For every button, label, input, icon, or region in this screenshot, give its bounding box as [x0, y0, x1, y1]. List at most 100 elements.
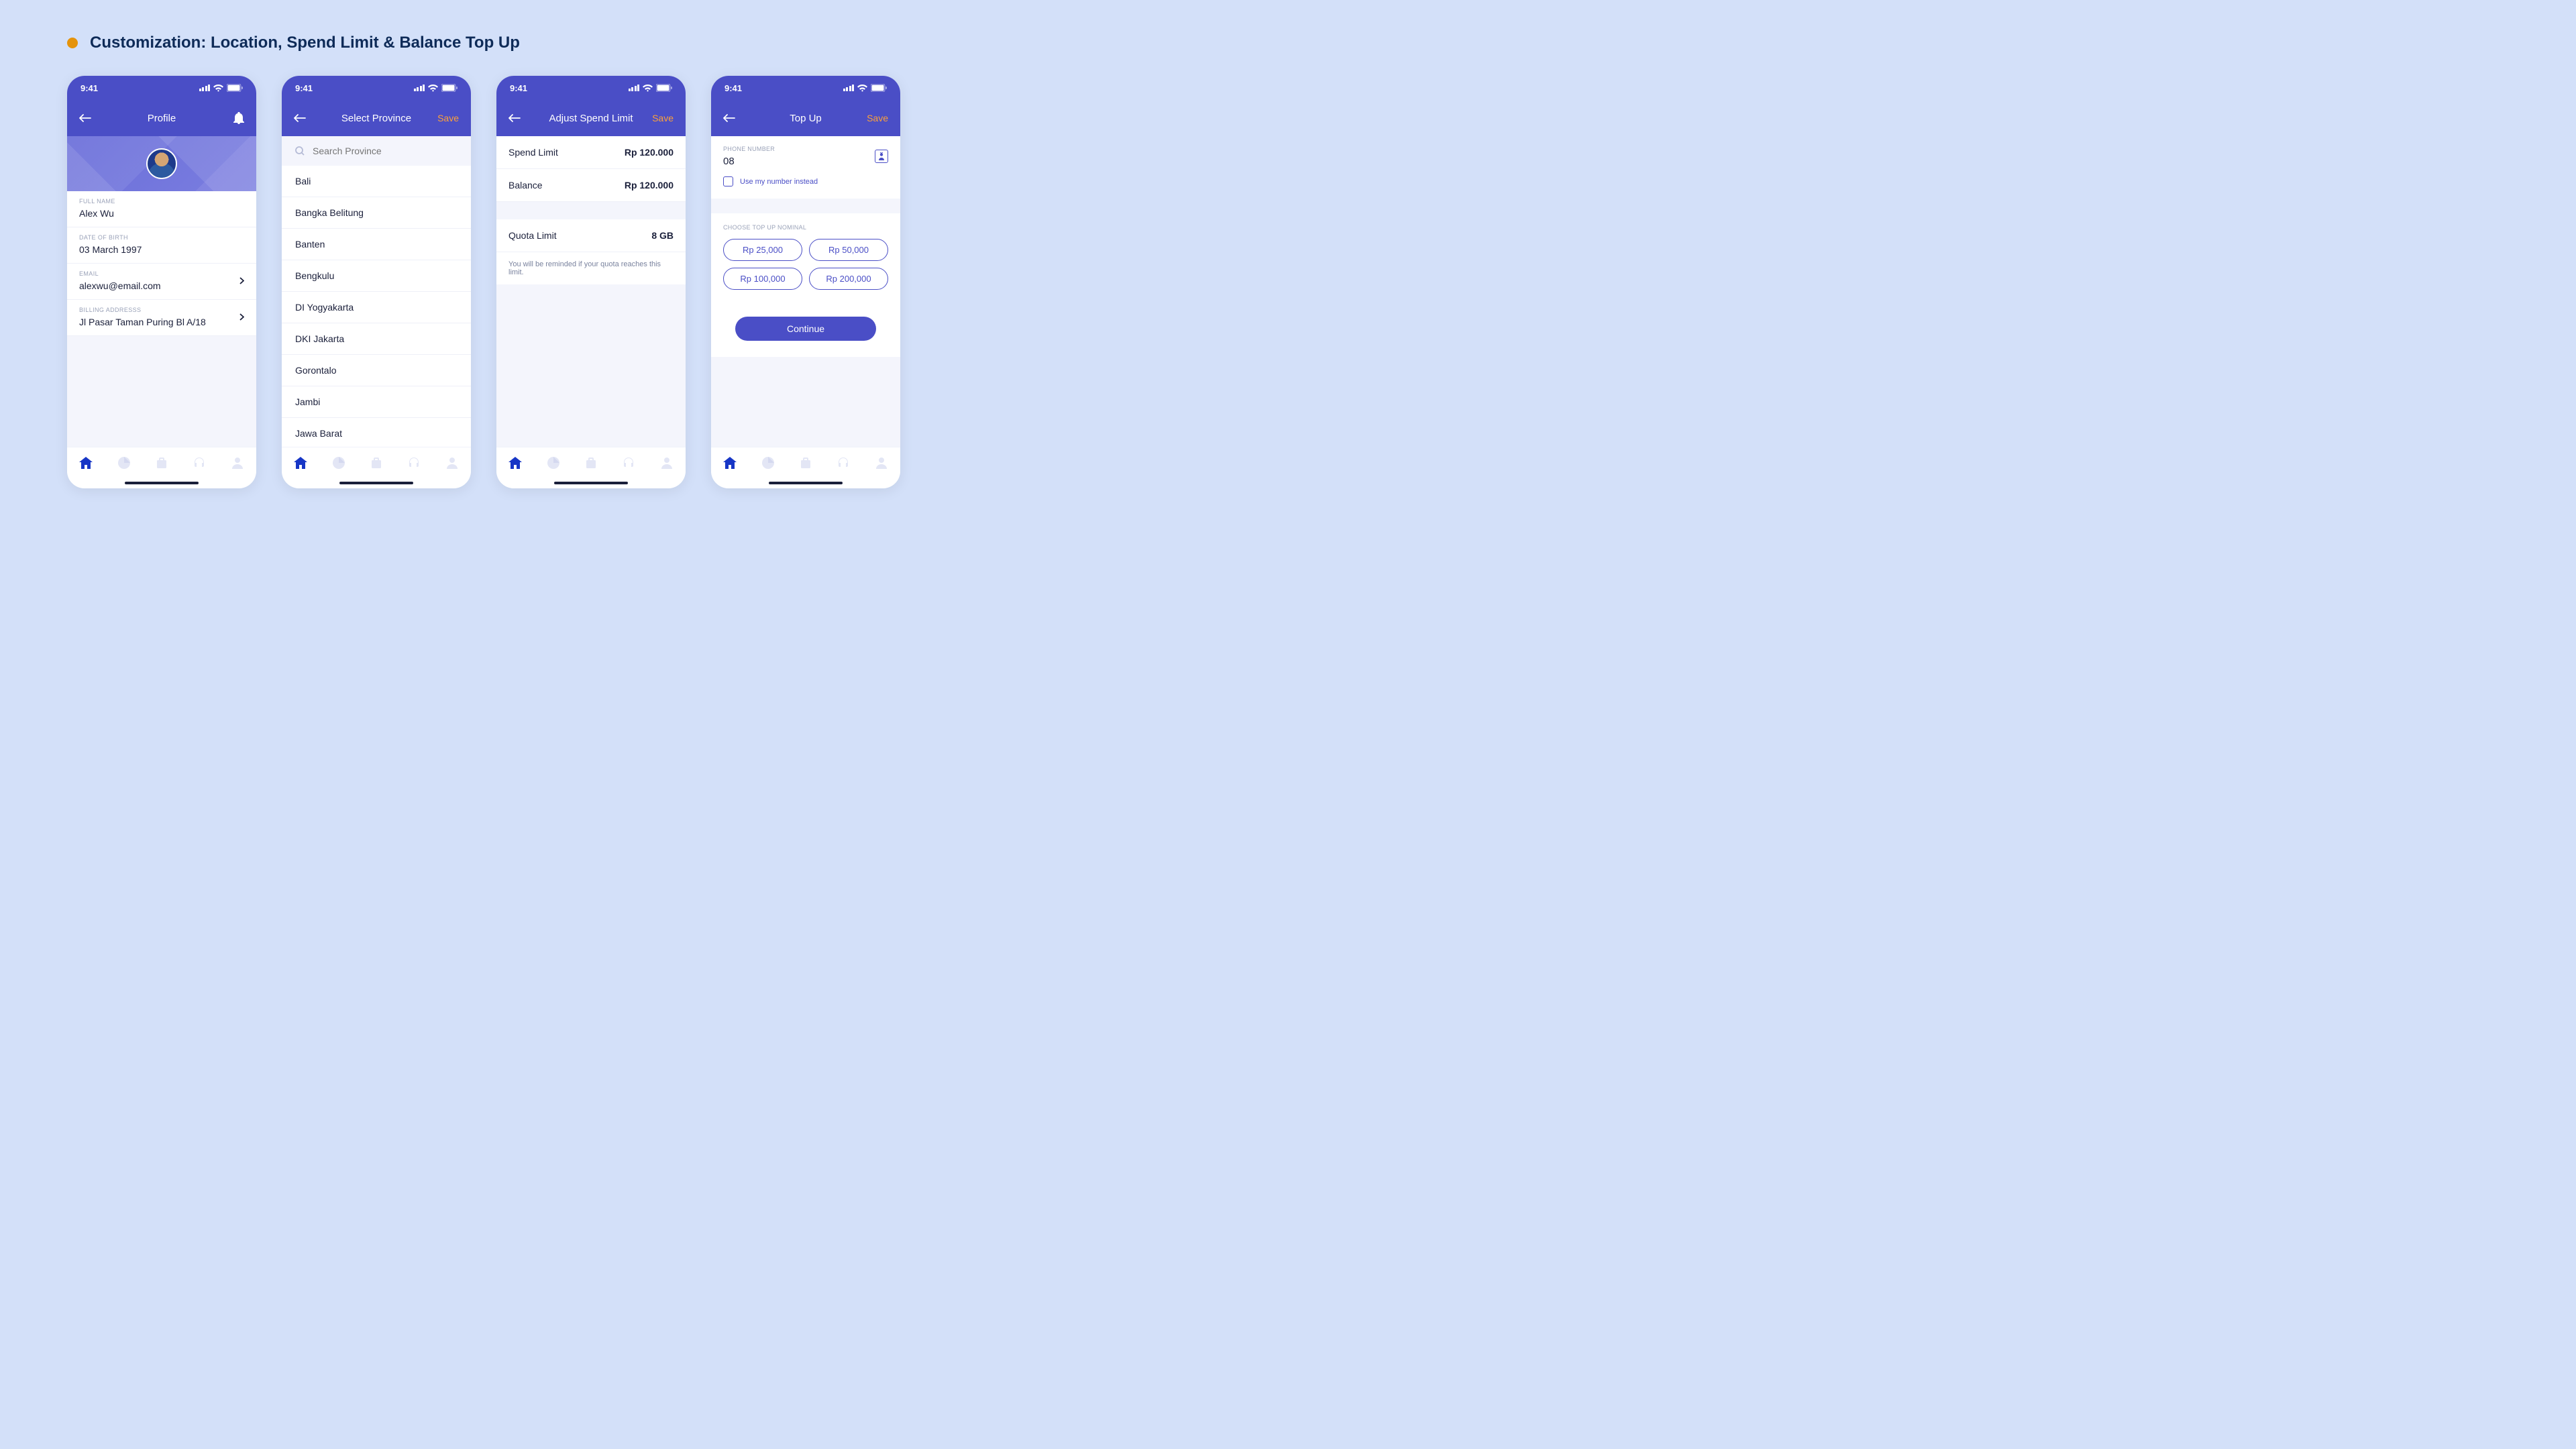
nav-headset-icon[interactable] [193, 456, 206, 470]
header: Select Province Save [282, 100, 471, 136]
content: FULL NAME Alex Wu DATE OF BIRTH 03 March… [67, 136, 256, 447]
search-row[interactable] [282, 136, 471, 166]
field-full-name: FULL NAME Alex Wu [67, 191, 256, 227]
phones-container: 9:41 Profile FULL NAME Alex Wu DATE OF B… [67, 76, 911, 488]
contacts-icon[interactable] [875, 150, 888, 163]
nav-home-icon[interactable] [79, 456, 93, 470]
profile-hero [67, 136, 256, 191]
content: PHONE NUMBER 08 Use my number instead CH… [711, 136, 900, 447]
spend-limit-label: Spend Limit [508, 147, 558, 158]
nav-bag-icon[interactable] [799, 456, 812, 470]
address-value: Jl Pasar Taman Puring Bl A/18 [79, 317, 244, 327]
phone-profile: 9:41 Profile FULL NAME Alex Wu DATE OF B… [67, 76, 256, 488]
balance-label: Balance [508, 180, 543, 191]
search-input[interactable] [313, 146, 458, 156]
nominal-option[interactable]: Rp 200,000 [809, 268, 888, 290]
nav-profile-icon[interactable] [875, 456, 888, 470]
nav-chart-icon[interactable] [117, 456, 131, 470]
province-item[interactable]: DKI Jakarta [282, 323, 471, 355]
quota-label: Quota Limit [508, 230, 557, 241]
continue-button[interactable]: Continue [735, 317, 876, 341]
back-icon[interactable] [723, 113, 735, 123]
phone-spend-limit: 9:41 Adjust Spend Limit Save Spend Limit… [496, 76, 686, 488]
status-icons [199, 84, 244, 92]
province-item[interactable]: Banten [282, 229, 471, 260]
province-item[interactable]: Gorontalo [282, 355, 471, 386]
chevron-right-icon [239, 276, 244, 288]
nav-home-icon[interactable] [294, 456, 307, 470]
province-item[interactable]: DI Yogyakarta [282, 292, 471, 323]
quota-hint: You will be reminded if your quota reach… [496, 252, 686, 284]
phone-number-field[interactable]: PHONE NUMBER 08 [723, 146, 875, 167]
nav-bag-icon[interactable] [155, 456, 168, 470]
field-address[interactable]: BILLING ADDRESSS Jl Pasar Taman Puring B… [67, 300, 256, 336]
save-button[interactable]: Save [437, 113, 459, 123]
nav-profile-icon[interactable] [445, 456, 459, 470]
wifi-icon [857, 85, 867, 92]
back-icon[interactable] [294, 113, 306, 123]
nav-profile-icon[interactable] [660, 456, 674, 470]
quota-row[interactable]: Quota Limit 8 GB [496, 219, 686, 252]
bottom-nav [496, 447, 686, 478]
nav-chart-icon[interactable] [332, 456, 345, 470]
address-label: BILLING ADDRESSS [79, 307, 244, 313]
nav-headset-icon[interactable] [622, 456, 635, 470]
phone-province: 9:41 Select Province Save Bali Bangka Be… [282, 76, 471, 488]
province-item[interactable]: Bengkulu [282, 260, 471, 292]
phone-label: PHONE NUMBER [723, 146, 875, 152]
notification-bell-icon[interactable] [233, 112, 244, 124]
province-item[interactable]: Bali [282, 166, 471, 197]
email-value: alexwu@email.com [79, 280, 244, 291]
page-title: Customization: Location, Spend Limit & B… [90, 34, 520, 52]
bottom-nav [67, 447, 256, 478]
full-name-value: Alex Wu [79, 208, 244, 219]
header-title: Adjust Spend Limit [549, 113, 633, 124]
header-title: Profile [148, 113, 176, 124]
nominal-block: CHOOSE TOP UP NOMINAL Rp 25,000 Rp 50,00… [711, 213, 900, 357]
page-title-row: Customization: Location, Spend Limit & B… [67, 34, 911, 52]
spend-limit-row[interactable]: Spend Limit Rp 120.000 [496, 136, 686, 169]
nav-chart-icon[interactable] [761, 456, 775, 470]
save-button[interactable]: Save [867, 113, 888, 123]
battery-icon [656, 84, 672, 92]
nominal-option[interactable]: Rp 50,000 [809, 239, 888, 261]
use-my-number-checkbox[interactable]: Use my number instead [723, 176, 888, 186]
bottom-nav [282, 447, 471, 478]
status-time: 9:41 [510, 83, 527, 93]
nav-headset-icon[interactable] [837, 456, 850, 470]
back-icon[interactable] [508, 113, 521, 123]
balance-row[interactable]: Balance Rp 120.000 [496, 169, 686, 202]
content: Spend Limit Rp 120.000 Balance Rp 120.00… [496, 136, 686, 447]
nominal-option[interactable]: Rp 100,000 [723, 268, 802, 290]
nav-profile-icon[interactable] [231, 456, 244, 470]
balance-value: Rp 120.000 [625, 180, 674, 191]
save-button[interactable]: Save [652, 113, 674, 123]
email-label: EMAIL [79, 270, 244, 277]
nav-headset-icon[interactable] [407, 456, 421, 470]
avatar[interactable] [146, 148, 177, 179]
wifi-icon [213, 85, 223, 92]
status-bar: 9:41 [67, 76, 256, 100]
signal-icon [199, 85, 211, 91]
nav-home-icon[interactable] [723, 456, 737, 470]
back-icon[interactable] [79, 113, 91, 123]
nominal-grid: Rp 25,000 Rp 50,000 Rp 100,000 Rp 200,00… [723, 239, 888, 290]
header: Adjust Spend Limit Save [496, 100, 686, 136]
wifi-icon [643, 85, 653, 92]
province-item[interactable]: Bangka Belitung [282, 197, 471, 229]
full-name-label: FULL NAME [79, 198, 244, 205]
section-gap [496, 202, 686, 219]
use-number-label: Use my number instead [740, 178, 818, 186]
home-indicator [711, 478, 900, 488]
nav-bag-icon[interactable] [584, 456, 598, 470]
home-indicator [282, 478, 471, 488]
nav-chart-icon[interactable] [547, 456, 560, 470]
province-item[interactable]: Jawa Barat [282, 418, 471, 447]
field-email[interactable]: EMAIL alexwu@email.com [67, 264, 256, 300]
nominal-option[interactable]: Rp 25,000 [723, 239, 802, 261]
province-item[interactable]: Jambi [282, 386, 471, 418]
header-title: Select Province [341, 113, 411, 124]
nav-home-icon[interactable] [508, 456, 522, 470]
wifi-icon [428, 85, 438, 92]
nav-bag-icon[interactable] [370, 456, 383, 470]
